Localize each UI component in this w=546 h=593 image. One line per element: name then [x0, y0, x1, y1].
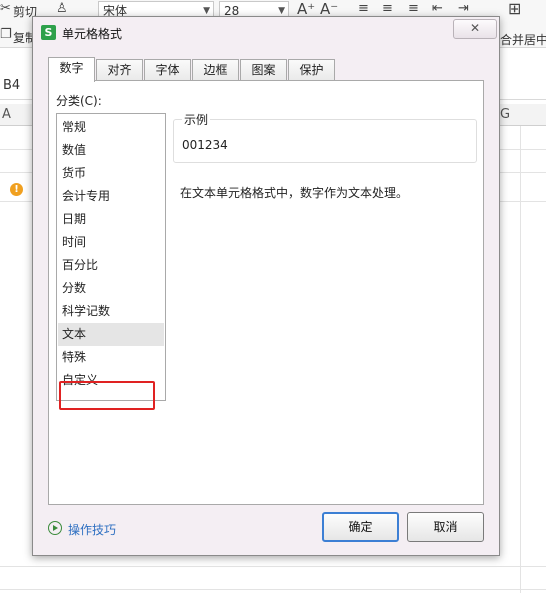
wps-logo-icon: S: [41, 25, 56, 40]
category-description: 在文本单元格格式中，数字作为文本处理。: [180, 186, 409, 200]
category-custom[interactable]: 自定义: [58, 369, 164, 392]
category-scientific[interactable]: 科学记数: [58, 300, 164, 323]
increase-font-icon[interactable]: A⁺: [297, 2, 315, 17]
tab-font[interactable]: 字体: [144, 59, 191, 81]
ok-button[interactable]: 确定: [322, 512, 399, 542]
number-tab-panel: 分类(C): 常规 数值 货币 会计专用 日期 时间 百分比 分数 科学记数 文…: [48, 80, 484, 505]
dialog-title: 单元格格式: [62, 27, 123, 41]
sample-value: 001234: [182, 138, 228, 152]
tab-alignment[interactable]: 对齐: [96, 59, 143, 81]
category-date[interactable]: 日期: [58, 208, 164, 231]
align-bottom-icon[interactable]: ≡: [408, 2, 419, 16]
format-painter-icon[interactable]: ♙: [56, 2, 68, 16]
category-special[interactable]: 特殊: [58, 346, 164, 369]
tab-border[interactable]: 边框: [192, 59, 239, 81]
help-tips-label: 操作技巧: [68, 523, 117, 537]
play-circle-icon: [48, 521, 62, 535]
scissors-icon[interactable]: ✂: [0, 2, 11, 16]
sample-group: 示例 001234: [173, 111, 477, 163]
name-box[interactable]: B4: [3, 78, 20, 93]
tab-protection[interactable]: 保护: [288, 59, 335, 81]
category-general[interactable]: 常规: [58, 116, 164, 139]
align-top-icon[interactable]: ≡: [358, 2, 369, 16]
category-list[interactable]: 常规 数值 货币 会计专用 日期 时间 百分比 分数 科学记数 文本 特殊 自定…: [56, 113, 166, 401]
format-cells-dialog: S 单元格格式 ✕ 数字 对齐 字体 边框 图案 保护 分类(C): 常规 数值…: [32, 16, 500, 556]
category-currency[interactable]: 货币: [58, 162, 164, 185]
category-label: 分类(C):: [56, 94, 102, 108]
tab-strip: 数字 对齐 字体 边框 图案 保护: [48, 57, 488, 82]
category-text[interactable]: 文本: [58, 323, 164, 346]
align-middle-icon[interactable]: ≡: [382, 2, 393, 16]
tab-pattern[interactable]: 图案: [240, 59, 287, 81]
sample-legend: 示例: [182, 111, 211, 128]
close-icon: ✕: [469, 21, 481, 35]
column-header-a[interactable]: A: [2, 107, 11, 122]
merge-center-button[interactable]: 合并居中: [500, 31, 546, 48]
copy-icon[interactable]: ❐: [0, 28, 12, 42]
category-percentage[interactable]: 百分比: [58, 254, 164, 277]
indent-increase-icon[interactable]: ⇥: [458, 2, 469, 16]
close-button[interactable]: ✕: [453, 19, 497, 39]
dialog-title-bar[interactable]: S 单元格格式 ✕: [33, 17, 499, 47]
merge-cells-icon[interactable]: ⊞: [508, 1, 521, 17]
grid-line: [0, 566, 546, 567]
category-number[interactable]: 数值: [58, 139, 164, 162]
category-time[interactable]: 时间: [58, 231, 164, 254]
category-fraction[interactable]: 分数: [58, 277, 164, 300]
tab-number[interactable]: 数字: [48, 57, 95, 82]
grid-line: [520, 126, 521, 593]
category-accounting[interactable]: 会计专用: [58, 185, 164, 208]
column-header-g[interactable]: G: [500, 107, 510, 122]
indent-decrease-icon[interactable]: ⇤: [432, 2, 443, 16]
warning-icon[interactable]: !: [10, 183, 23, 196]
cancel-button[interactable]: 取消: [407, 512, 484, 542]
decrease-font-icon[interactable]: A⁻: [320, 2, 338, 17]
grid-line: [0, 589, 546, 590]
